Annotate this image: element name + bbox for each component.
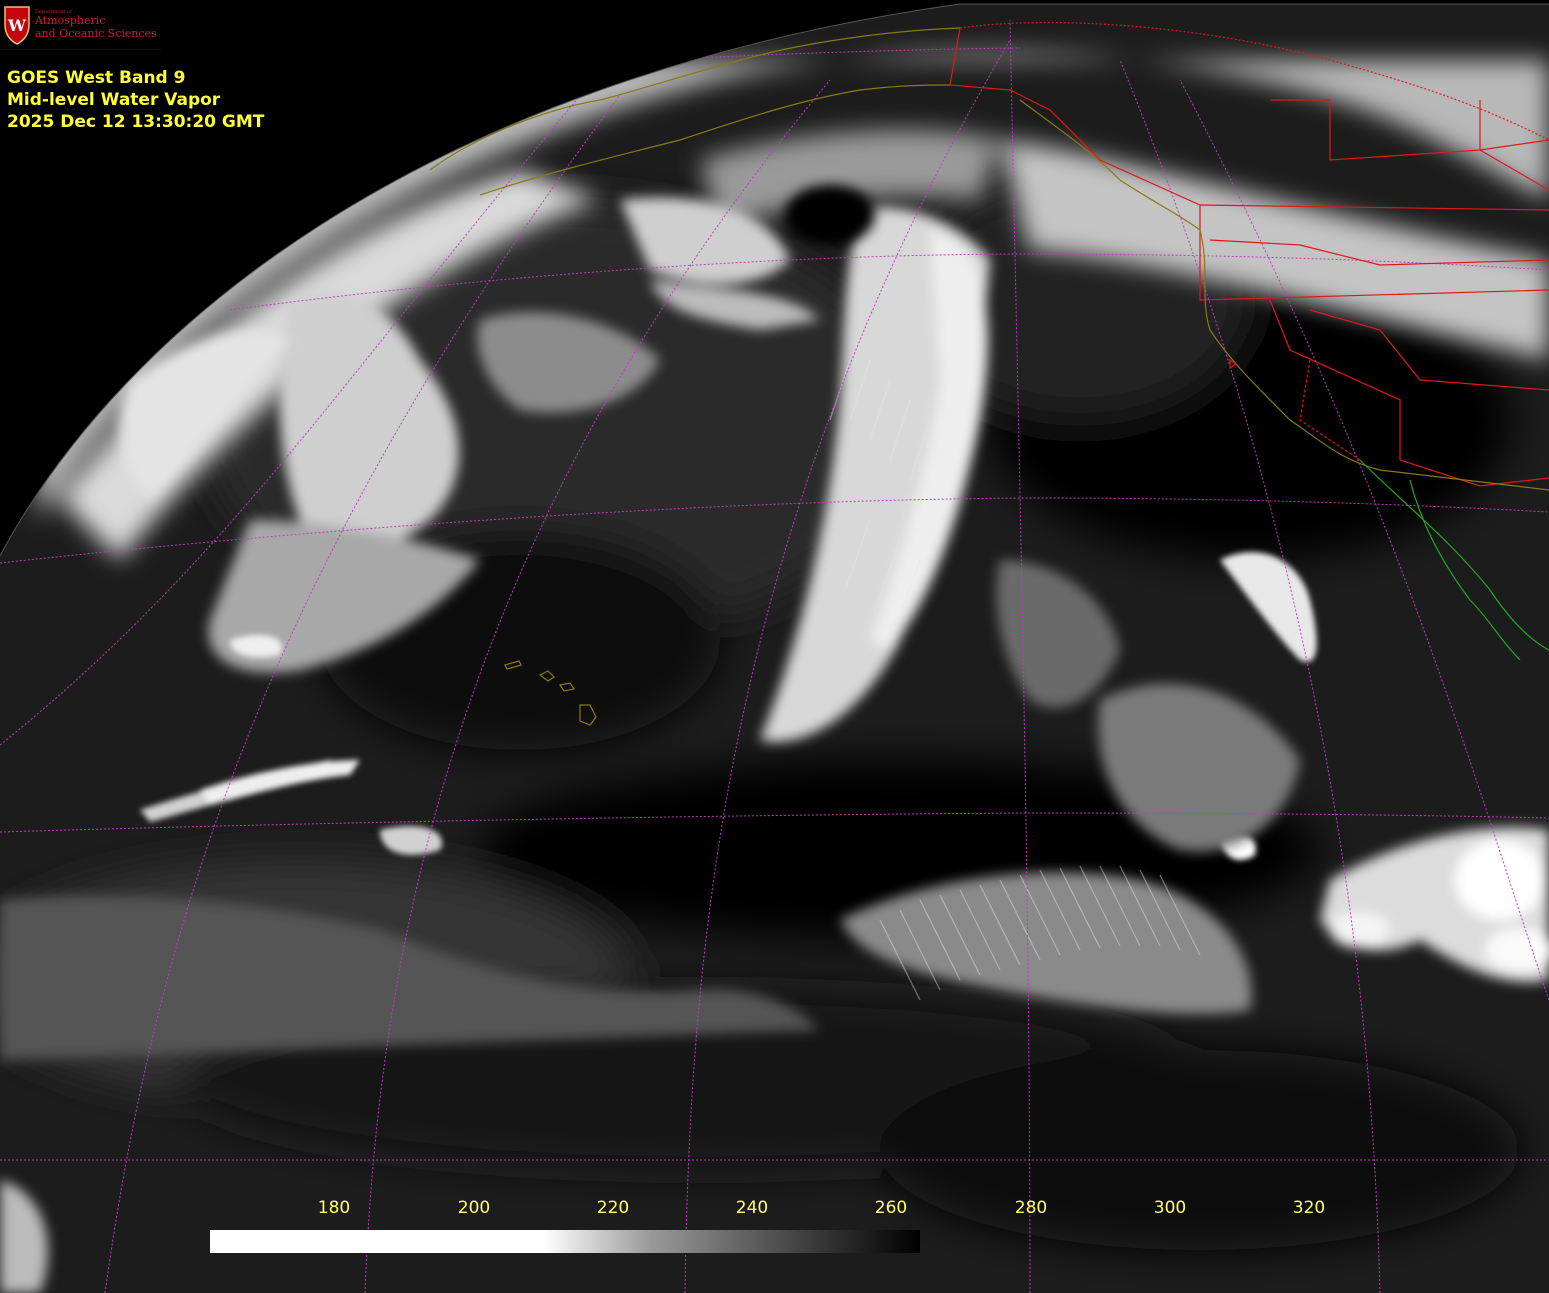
- colorbar-tick: 260: [874, 1198, 908, 1218]
- colorbar-tick: 200: [457, 1198, 491, 1218]
- colorbar-tick: 180: [317, 1198, 351, 1218]
- temperature-colorbar: [210, 1230, 920, 1253]
- colorbar-tick: 220: [596, 1198, 630, 1218]
- colorbar-tick: 280: [1014, 1198, 1048, 1218]
- satellite-image: [0, 0, 1549, 1293]
- image-subtitle: Mid-level Water Vapor: [7, 90, 221, 110]
- logo-line-oceanic: and Oceanic Sciences: [35, 27, 157, 40]
- image-title: GOES West Band 9: [7, 68, 186, 88]
- image-timestamp: 2025 Dec 12 13:30:20 GMT: [7, 112, 265, 132]
- svg-text:W: W: [7, 16, 27, 35]
- uw-crest-icon: W: [4, 6, 30, 45]
- colorbar-tick: 320: [1292, 1198, 1326, 1218]
- aos-logo: W Department of Atmospheric and Oceanic …: [0, 0, 162, 50]
- logo-line-atmospheric: Atmospheric: [35, 14, 106, 27]
- colorbar-tick: 300: [1153, 1198, 1187, 1218]
- colorbar-tick: 240: [735, 1198, 769, 1218]
